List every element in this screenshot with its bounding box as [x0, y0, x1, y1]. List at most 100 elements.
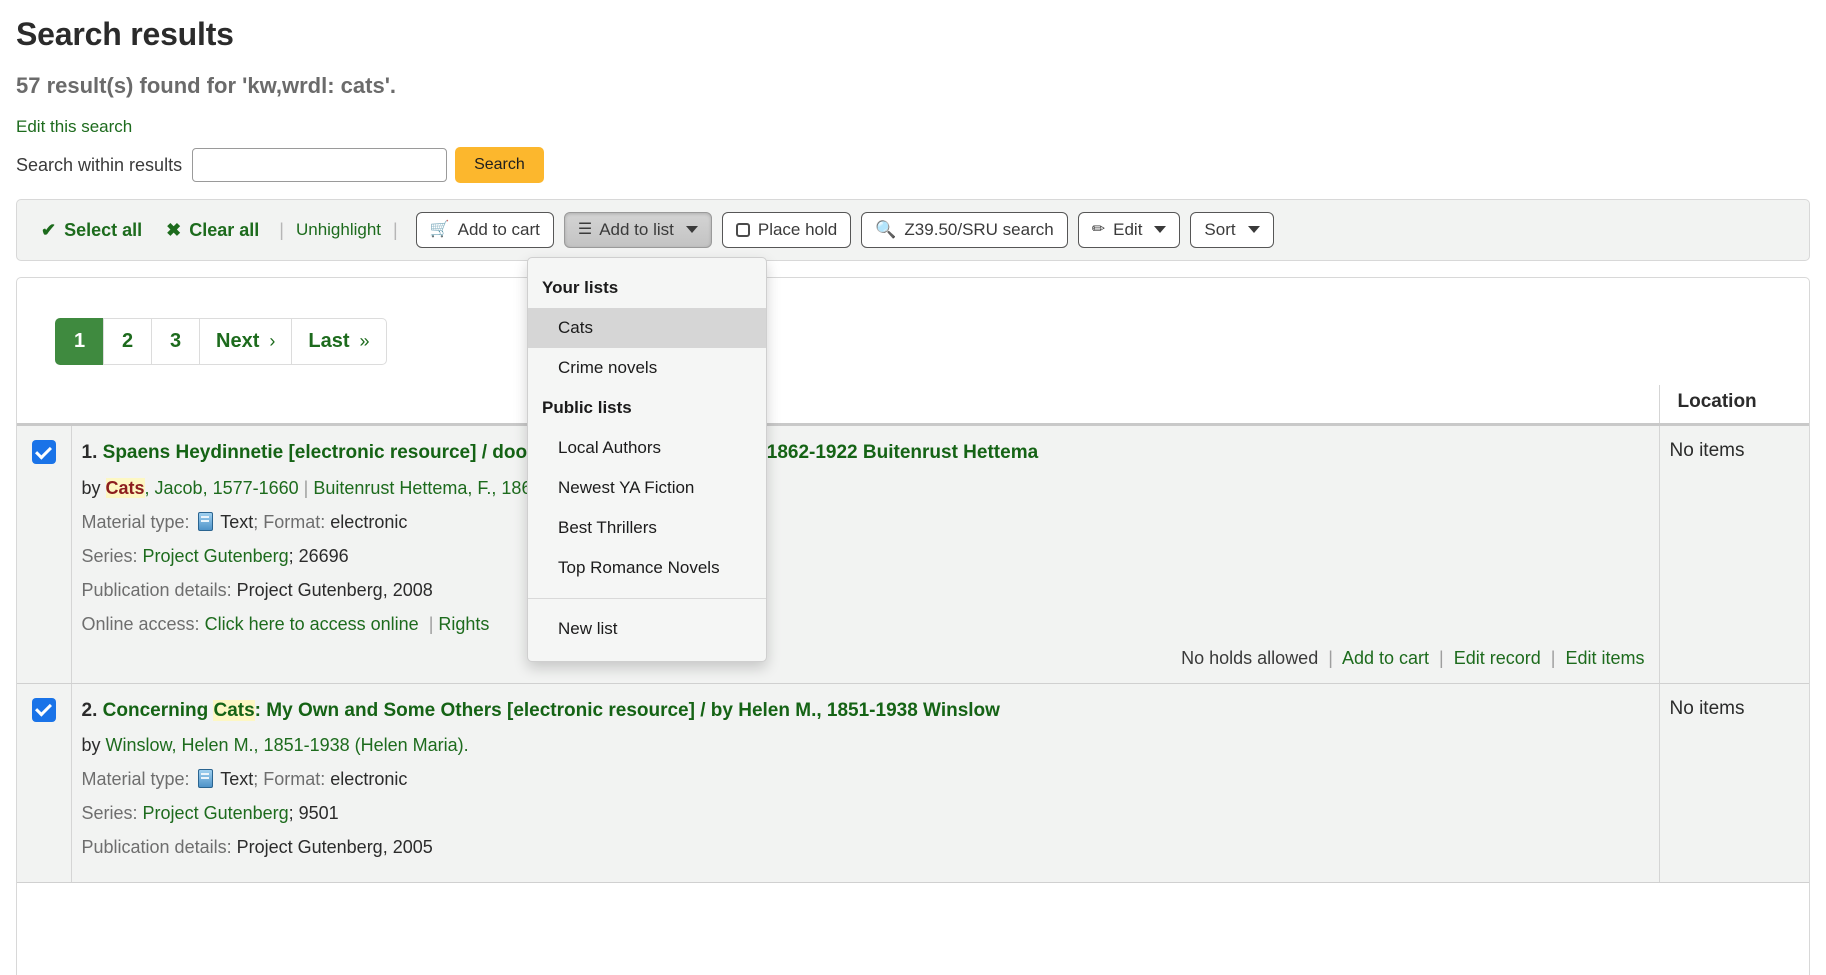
edit-this-search-link[interactable]: Edit this search — [16, 117, 132, 137]
format-value: electronic — [330, 769, 407, 789]
record-number: 2. — [82, 700, 98, 721]
divider: | — [424, 614, 439, 634]
search-within-input[interactable] — [192, 148, 447, 182]
location-column-header: Location — [1659, 385, 1809, 425]
record-column-header — [71, 385, 1659, 425]
place-hold-button[interactable]: Place hold — [722, 212, 851, 248]
format-label: ; Format: — [253, 769, 325, 789]
by-label: by — [82, 735, 106, 755]
record-author-line: by Cats, Jacob, 1577-1660|Buitenrust Het… — [82, 475, 1649, 502]
record-title: 1. Spaens Heydinnetie [electronic resour… — [82, 440, 1649, 466]
edit-record-link[interactable]: Edit record — [1454, 648, 1541, 668]
dropdown-footer: New list — [528, 609, 766, 661]
results-table: Location 1. Spaens Heydinnetie [electron… — [17, 385, 1809, 883]
material-type-value: Text — [220, 769, 253, 789]
sort-button[interactable]: Sort — [1190, 212, 1273, 248]
hold-icon — [736, 223, 750, 237]
your-lists-header: Your lists — [528, 268, 766, 308]
select-all-link[interactable]: ✔ Select all — [29, 216, 154, 245]
dropdown-item-new-list[interactable]: New list — [528, 609, 766, 649]
row-checkbox-cell — [17, 425, 71, 684]
dropdown-item-top-romance-novels[interactable]: Top Romance Novels — [528, 548, 766, 588]
record-cell: 2. Concerning Cats: My Own and Some Othe… — [71, 683, 1659, 883]
title-part-1: Spaens Heydinnetie [electronic resource] — [103, 442, 482, 463]
search-within-results-form: Search within results Search — [16, 147, 1810, 183]
format-value: electronic — [330, 512, 407, 532]
series-link[interactable]: Project Gutenberg — [143, 546, 289, 566]
dropdown-item-cats[interactable]: Cats — [528, 308, 766, 348]
chevron-down-icon — [1154, 226, 1166, 233]
last-label: Last — [308, 330, 349, 353]
next-page-button[interactable]: Next › — [199, 318, 291, 365]
dropdown-item-newest-ya-fiction[interactable]: Newest YA Fiction — [528, 468, 766, 508]
z3950-label: Z39.50/SRU search — [904, 220, 1053, 240]
publication-label: Publication details: — [82, 580, 232, 600]
close-icon: ✖ — [166, 220, 181, 241]
page-3-button[interactable]: 3 — [151, 318, 199, 365]
results-panel: 1 2 3 Next › Last » Location — [16, 277, 1810, 975]
record-material-type-line: Material type: Text; Format: electronic — [82, 766, 1649, 793]
title-part-1: Concerning — [103, 700, 214, 721]
chevron-down-icon — [1248, 226, 1260, 233]
book-icon — [198, 512, 213, 531]
record-online-access-line: Online access: Click here to access onli… — [82, 611, 1649, 638]
row-checkbox[interactable] — [32, 698, 56, 722]
divider: | — [299, 478, 314, 498]
divider: | — [1546, 648, 1561, 668]
record-series-line: Series: Project Gutenberg; 26696 — [82, 543, 1649, 570]
page-1-button[interactable]: 1 — [55, 318, 103, 365]
series-number: ; 9501 — [289, 803, 339, 823]
unhighlight-link[interactable]: Unhighlight — [292, 220, 385, 240]
edit-button[interactable]: ✏ Edit — [1078, 212, 1181, 248]
series-link[interactable]: Project Gutenberg — [143, 803, 289, 823]
row-checkbox[interactable] — [32, 440, 56, 464]
row-checkbox-cell — [17, 683, 71, 883]
clear-all-link[interactable]: ✖ Clear all — [154, 216, 271, 245]
record-title: 2. Concerning Cats: My Own and Some Othe… — [82, 698, 1649, 724]
cart-icon: 🛒 — [430, 222, 450, 238]
add-to-cart-label: Add to cart — [458, 220, 540, 240]
divider: | — [1323, 648, 1338, 668]
results-toolbar: ✔ Select all ✖ Clear all | Unhighlight |… — [16, 199, 1810, 261]
table-row: 1. Spaens Heydinnetie [electronic resour… — [17, 425, 1809, 684]
divider: | — [1434, 648, 1449, 668]
add-to-cart-button[interactable]: 🛒 Add to cart — [416, 212, 554, 248]
rights-link[interactable]: Rights — [438, 614, 489, 634]
page-2-button[interactable]: 2 — [103, 318, 151, 365]
search-icon: 🔍 — [875, 221, 896, 238]
record-title-link[interactable]: Concerning Cats: My Own and Some Others … — [103, 700, 1000, 721]
by-label: by — [82, 478, 106, 498]
double-chevron-right-icon: » — [359, 331, 369, 352]
list-icon: ☰ — [578, 222, 591, 238]
author-link-1[interactable]: Winslow, Helen M., 1851-1938 (Helen Mari… — [106, 735, 469, 755]
record-number: 1. — [82, 442, 98, 463]
search-results-page: Search results 57 result(s) found for 'k… — [0, 0, 1826, 975]
divider: | — [385, 220, 406, 241]
record-material-type-line: Material type: Text; Format: electronic — [82, 509, 1649, 536]
dropdown-item-best-thrillers[interactable]: Best Thrillers — [528, 508, 766, 548]
clear-all-label: Clear all — [189, 220, 259, 241]
location-cell: No items — [1659, 683, 1809, 883]
location-cell: No items — [1659, 425, 1809, 684]
edit-items-link[interactable]: Edit items — [1565, 648, 1644, 668]
last-page-button[interactable]: Last » — [291, 318, 386, 365]
record-publication-line: Publication details: Project Gutenberg, … — [82, 834, 1649, 861]
author-link-1[interactable]: Cats, Jacob, 1577-1660 — [106, 478, 299, 498]
add-to-list-button[interactable]: ☰ Add to list — [564, 212, 712, 248]
add-to-list-label: Add to list — [599, 220, 674, 240]
search-button[interactable]: Search — [455, 147, 544, 183]
dropdown-item-local-authors[interactable]: Local Authors — [528, 428, 766, 468]
divider: | — [271, 220, 292, 241]
chevron-down-icon — [686, 226, 698, 233]
record-actions: No holds allowed | Add to cart | Edit re… — [82, 648, 1649, 669]
pencil-icon: ✏ — [1092, 222, 1105, 238]
z3950-sru-search-button[interactable]: 🔍 Z39.50/SRU search — [861, 212, 1067, 248]
series-label: Series: — [82, 546, 138, 566]
add-to-cart-link[interactable]: Add to cart — [1342, 648, 1429, 668]
dropdown-item-crime-novels[interactable]: Crime novels — [528, 348, 766, 388]
format-label: ; Format: — [253, 512, 325, 532]
place-hold-label: Place hold — [758, 220, 837, 240]
page-header: Search results 57 result(s) found for 'k… — [0, 0, 1826, 183]
author-rest: , Jacob, 1577-1660 — [145, 478, 299, 498]
online-access-link[interactable]: Click here to access online — [205, 614, 419, 634]
